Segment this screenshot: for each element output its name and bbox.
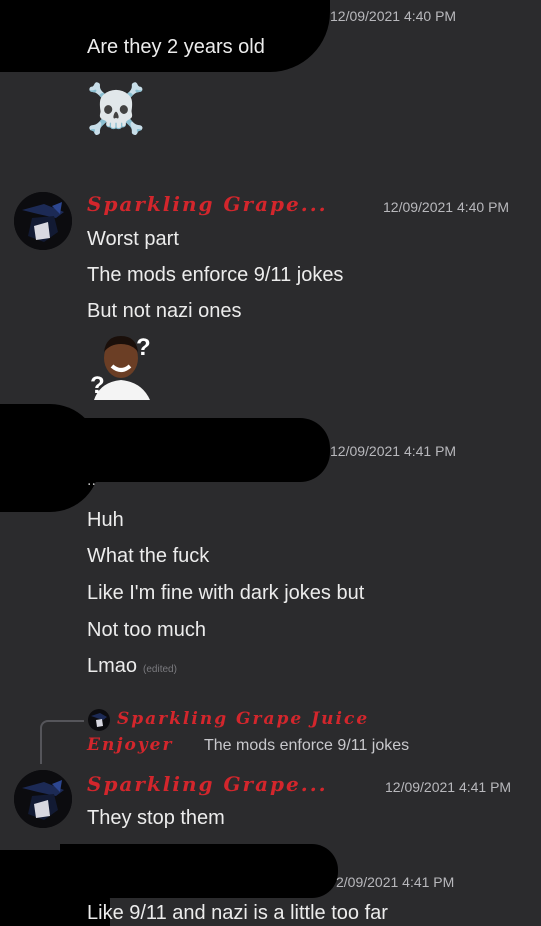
question-mark: ?: [90, 372, 105, 399]
reply-connector: [40, 720, 84, 764]
message-text[interactable]: They stop them: [87, 807, 225, 830]
reply-avatar[interactable]: [88, 709, 110, 731]
confused-guy-sticker: ? ?: [88, 332, 154, 400]
reply-username[interactable]: Sparkling Grape Juice: [117, 709, 369, 729]
message-text[interactable]: Huh: [87, 509, 124, 532]
avatar[interactable]: [14, 770, 72, 828]
message-text[interactable]: Lmao (edited): [87, 655, 177, 678]
message-text[interactable]: What the fuck: [87, 545, 209, 568]
question-mark: ?: [136, 334, 151, 361]
message-text[interactable]: Are they 2 years old: [87, 36, 265, 59]
message-text[interactable]: Like 9/11 and nazi is a little too far: [87, 902, 388, 925]
avatar-image-icon: [14, 192, 72, 250]
message-line: Lmao: [87, 655, 138, 677]
message-text[interactable]: Worst part: [87, 228, 179, 251]
message-timestamp: 12/09/2021 4:41 PM: [385, 779, 512, 795]
message-text[interactable]: ..: [87, 472, 96, 490]
message-text[interactable]: Not too much: [87, 619, 206, 642]
reply-preview[interactable]: The mods enforce 9/11 jokes: [204, 737, 409, 755]
message-timestamp: 2/09/2021 4:41 PM: [336, 874, 455, 890]
username[interactable]: Sparkling Grape...: [87, 772, 328, 796]
message-text[interactable]: But not nazi ones: [87, 300, 242, 323]
message-timestamp: 12/09/2021 4:40 PM: [383, 199, 510, 215]
avatar[interactable]: [14, 192, 72, 250]
message-timestamp: 12/09/2021 4:40 PM: [330, 8, 457, 24]
skull-crossbones-emoji: ☠️: [86, 83, 146, 136]
message-timestamp: 12/09/2021 4:41 PM: [330, 443, 457, 459]
username[interactable]: Sparkling Grape...: [87, 192, 328, 216]
avatar-image-icon: [91, 713, 107, 727]
message-text[interactable]: Like I'm fine with dark jokes but: [87, 582, 364, 605]
message-text[interactable]: The mods enforce 9/11 jokes: [87, 264, 343, 287]
edited-tag: (edited): [143, 664, 177, 675]
redacted-username: [60, 418, 330, 482]
redacted-username: [60, 844, 338, 898]
reply-username-continued[interactable]: Enjoyer: [87, 735, 173, 755]
avatar-image-icon: [14, 770, 72, 828]
